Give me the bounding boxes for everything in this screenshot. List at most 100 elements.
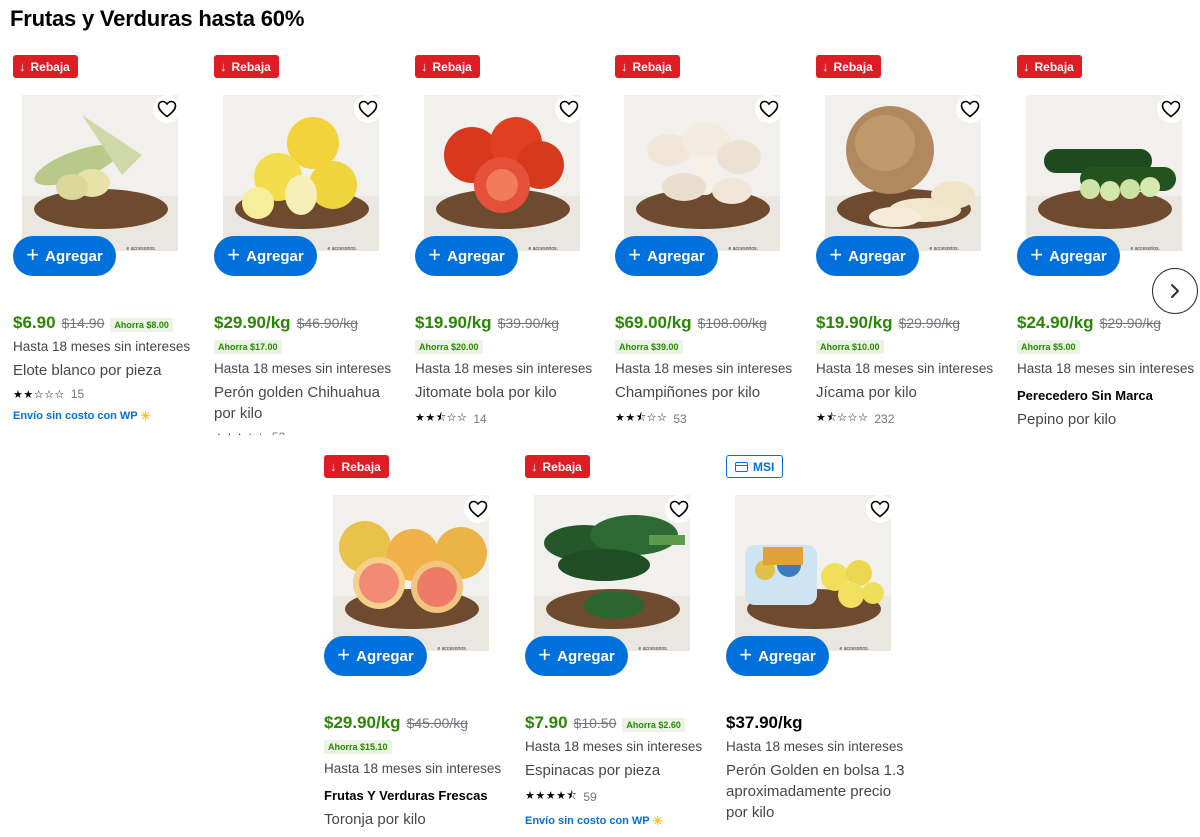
product-image[interactable]: e accesorios. [1026,95,1182,251]
savings-badge: Ahorra $5.00 [1017,340,1080,354]
original-price: $45.00/kg [406,715,469,731]
add-to-cart-button[interactable]: + Agregar [1017,236,1120,276]
add-label: Agregar [447,247,505,265]
product-name[interactable]: Elote blanco por pieza [13,360,203,381]
favorite-heart-icon[interactable] [956,95,984,123]
product-card[interactable]: ↓ Rebaja e accesorios. + Agregar $29.90/kg… [214,55,404,435]
savings-badge: Ahorra $20.00 [415,340,483,354]
favorite-heart-icon[interactable] [665,495,693,523]
favorite-heart-icon[interactable] [555,95,583,123]
product-brand: Frutas Y Verduras Frescas [324,788,488,803]
add-label: Agregar [557,647,615,665]
shipping-text: Envío sin costo con [13,410,117,422]
savings-badge: Ahorra $17.00 [214,340,282,354]
installments-text: Hasta 18 meses sin intereses [214,361,392,376]
product-image[interactable]: e accesorios. [333,495,489,651]
favorite-heart-icon[interactable] [866,495,894,523]
product-name[interactable]: Pepino por kilo [1017,409,1200,430]
star-rating-icon: ★★⯪☆☆ [415,412,468,424]
add-label: Agregar [1049,247,1107,265]
arrow-down-icon: ↓ [1023,59,1030,74]
badge-label: Rebaja [833,59,873,74]
product-name[interactable]: Jícama por kilo [816,382,1006,403]
installments-text: Hasta 18 meses sin intereses [13,339,191,354]
original-price: $46.90/kg [296,315,359,331]
star-rating-icon: ★★★☆☆ [214,431,266,436]
product-info: $6.90 $14.90 Ahorra $8.00 Hasta 18 meses… [13,313,203,423]
plus-icon: + [227,242,241,267]
arrow-down-icon: ↓ [421,59,428,74]
review-count: 14 [473,411,487,426]
add-to-cart-button[interactable]: + Agregar [816,236,919,276]
plus-icon: + [739,642,753,667]
product-rating: ★★⯪☆☆ 14 [415,409,605,428]
free-shipping-label: Envío sin costo con WP ✳ [525,814,715,828]
fine-print: e accesorios. [1130,246,1160,251]
product-image[interactable]: e accesorios. [223,95,379,251]
fine-print: e accesorios. [327,246,357,251]
sale-badge: ↓ Rebaja [615,55,680,78]
star-rating-icon: ★⯪☆☆☆ [816,412,869,424]
sale-badge: ↓ Rebaja [324,455,389,478]
product-card[interactable]: ↓ Rebaja e accesorios. + Agregar $24.90/kg… [1017,55,1200,435]
product-image[interactable]: e accesorios. [534,495,690,651]
add-to-cart-button[interactable]: + Agregar [726,636,829,676]
product-image[interactable]: e accesorios. [22,95,178,251]
product-card[interactable]: ↓ Rebaja e accesorios. + Agregar $69.00/kg… [615,55,805,435]
installments-text: Hasta 18 meses sin intereses [615,361,793,376]
installments-text: Hasta 18 meses sin intereses [324,761,502,776]
favorite-heart-icon[interactable] [755,95,783,123]
favorite-heart-icon[interactable] [354,95,382,123]
add-to-cart-button[interactable]: + Agregar [214,236,317,276]
installments-text: Hasta 18 meses sin intereses [1017,361,1195,376]
free-shipping-label: Envío sin costo con WP ✳ [13,409,203,423]
add-to-cart-button[interactable]: + Agregar [525,636,628,676]
product-card[interactable]: ↓ Rebaja e accesorios. + Agregar $19.90/kg… [415,55,605,435]
badge-label: Rebaja [632,59,672,74]
product-rating: ★★⯪☆☆ 53 [615,409,805,428]
favorite-heart-icon[interactable] [153,95,181,123]
product-name[interactable]: Toronja por kilo [324,809,514,830]
product-info: $69.00/kg $108.00/kg Ahorra $39.00 Hasta… [615,313,805,428]
plus-icon: + [428,242,442,267]
product-info: $29.90/kg $45.00/kg Ahorra $15.10 Hasta … [324,713,514,830]
add-to-cart-button[interactable]: + Agregar [13,236,116,276]
product-image[interactable]: e accesorios. [424,95,580,251]
arrow-down-icon: ↓ [19,59,26,74]
current-price: $24.90/kg [1017,313,1094,332]
current-price: $6.90 [13,313,56,332]
savings-badge: Ahorra $10.00 [816,340,884,354]
product-name[interactable]: Espinacas por pieza [525,760,715,781]
savings-badge: Ahorra $15.10 [324,740,392,754]
installments-text: Hasta 18 meses sin intereses [816,361,994,376]
page-title: Frutas y Verduras hasta 60% [10,6,305,31]
original-price: $29.90/kg [898,315,961,331]
product-image[interactable]: e accesorios. [825,95,981,251]
product-card[interactable]: ↓ Rebaja e accesorios. + Agregar $19.90/kg… [816,55,1006,435]
favorite-heart-icon[interactable] [1157,95,1185,123]
carousel-next-button[interactable] [1152,268,1198,314]
current-price: $7.90 [525,713,568,732]
original-price: $39.90/kg [497,315,560,331]
product-name[interactable]: Champiñones por kilo [615,382,805,403]
star-rating-icon: ★★☆☆☆ [13,388,65,401]
credit-card-icon [735,461,748,472]
add-to-cart-button[interactable]: + Agregar [415,236,518,276]
favorite-heart-icon[interactable] [464,495,492,523]
product-name[interactable]: Perón golden Chihuahua por kilo [214,382,404,424]
add-to-cart-button[interactable]: + Agregar [615,236,718,276]
installments-text: Hasta 18 meses sin intereses [726,739,904,754]
product-card[interactable]: ↓ Rebaja e accesorios. + Agregar $6.90 $14… [13,55,203,435]
review-count: 59 [583,789,597,804]
shipping-text: Envío sin costo con [525,815,629,827]
product-name[interactable]: Jitomate bola por kilo [415,382,605,403]
product-name[interactable]: Perón Golden en bolsa 1.3 aproximadament… [726,760,916,823]
arrow-down-icon: ↓ [621,59,628,74]
review-count: 232 [874,411,895,426]
badge-label: MSI [753,459,775,474]
product-image[interactable]: e accesorios. [735,495,891,651]
product-image[interactable]: e accesorios. [624,95,780,251]
installments-text: Hasta 18 meses sin intereses [525,739,703,754]
add-to-cart-button[interactable]: + Agregar [324,636,427,676]
fine-print: e accesorios. [437,646,467,651]
